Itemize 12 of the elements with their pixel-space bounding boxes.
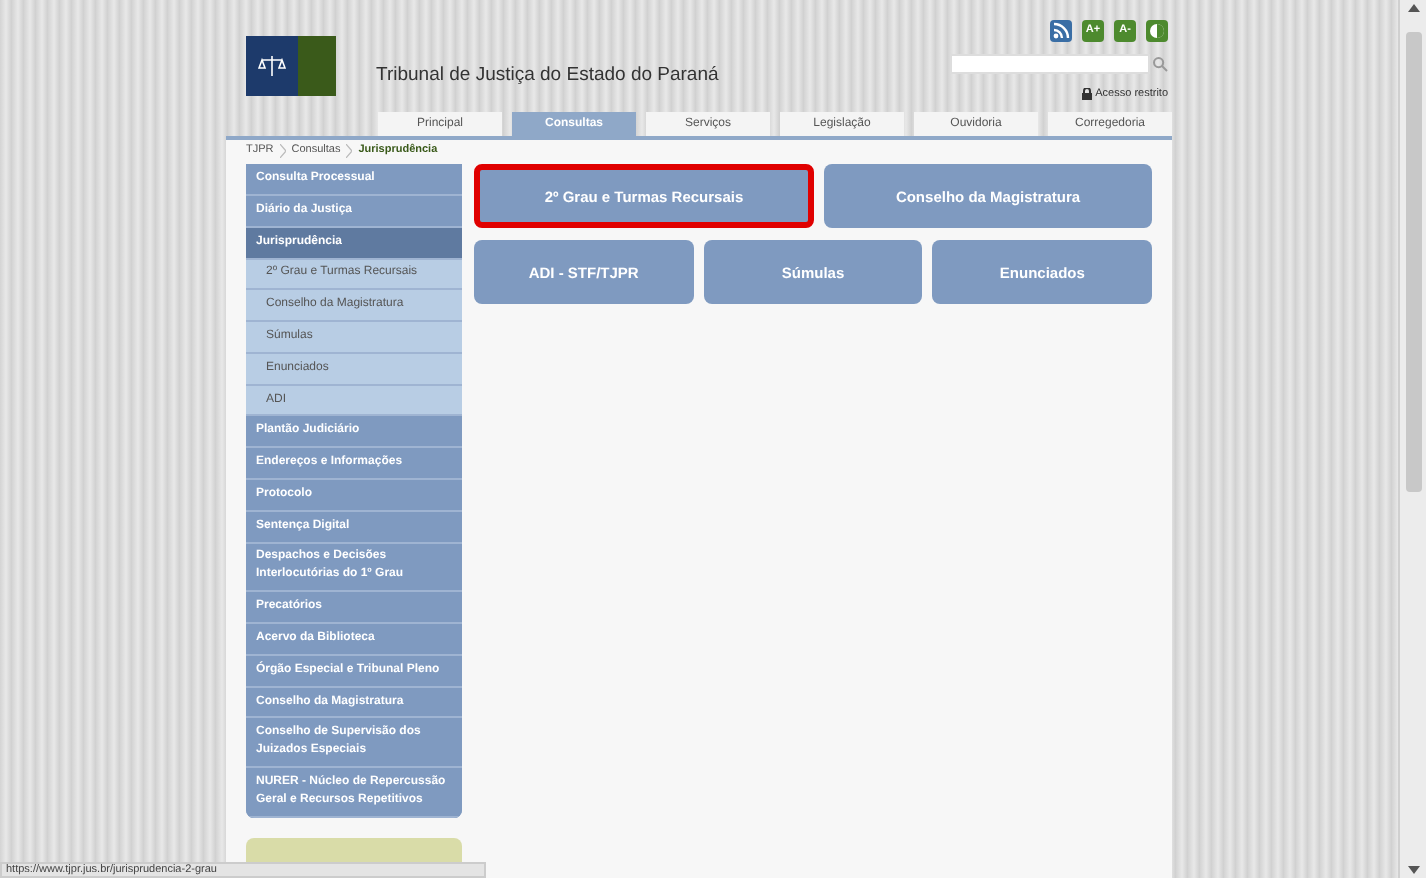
chevron-icon <box>279 143 286 158</box>
search-icon[interactable] <box>1152 56 1168 72</box>
scroll-down-icon[interactable] <box>1407 866 1419 874</box>
chevron-icon <box>346 143 353 158</box>
scrollbar[interactable] <box>1398 0 1426 878</box>
lock-icon <box>1081 88 1092 101</box>
site-title: Tribunal de Justiça do Estado do Paraná <box>376 62 719 90</box>
scroll-up-icon[interactable] <box>1407 4 1419 12</box>
contrast-icon[interactable] <box>1146 20 1168 42</box>
scales-icon <box>258 54 286 78</box>
rss-icon[interactable] <box>1050 20 1072 42</box>
search-field[interactable] <box>950 54 1150 74</box>
